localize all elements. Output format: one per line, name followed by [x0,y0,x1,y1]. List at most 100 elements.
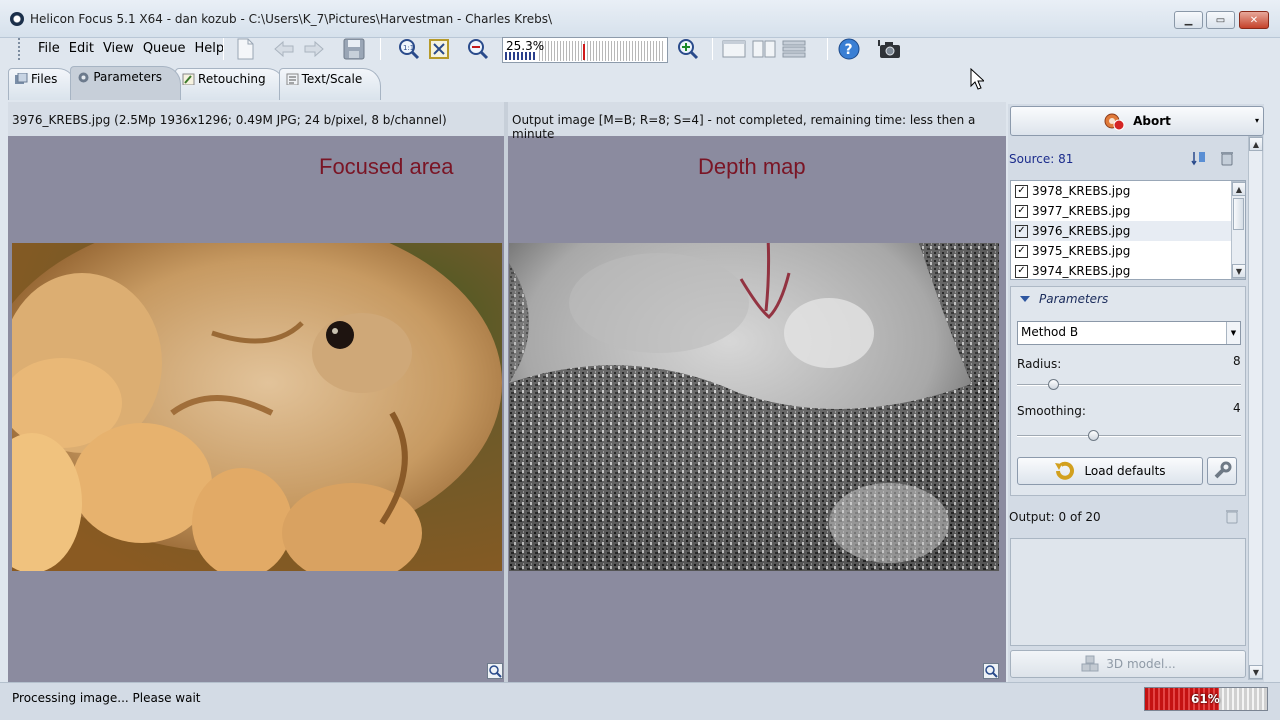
collapse-triangle-icon[interactable] [1020,296,1030,302]
list-item-selected[interactable]: ✓ 3976_KREBS.jpg [1011,221,1245,241]
method-select[interactable]: Method B ▼ [1017,321,1241,345]
status-text: Processing image... Please wait [12,691,201,705]
undo-arrow-icon [1055,461,1075,480]
menu-queue[interactable]: Queue [143,41,186,56]
tab-files-label: Files [31,72,58,86]
smoothing-slider-track[interactable] [1017,435,1241,437]
3d-model-label: 3D model... [1106,657,1176,671]
zoom-slider-marker[interactable] [583,44,585,60]
menu-file[interactable]: File [38,41,60,56]
menu-help[interactable]: Help [195,41,225,56]
tab-retouching-label: Retouching [198,72,266,86]
trash-icon[interactable] [1224,508,1240,524]
smoothing-value: 4 [1233,401,1241,415]
sort-icon[interactable] [1191,150,1207,166]
scroll-down-icon[interactable]: ▼ [1249,665,1263,679]
load-defaults-button[interactable]: Load defaults [1017,457,1203,485]
file-checkbox[interactable]: ✓ [1015,244,1028,258]
focused-area-annotation: Focused area [319,154,454,179]
settings-wrench-button[interactable] [1207,457,1237,485]
file-checkbox[interactable]: ✓ [1015,264,1028,278]
radius-slider-knob[interactable] [1048,379,1059,390]
panel-splitter[interactable] [504,102,508,682]
svg-text:1:1: 1:1 [403,44,414,52]
zoom-out-icon[interactable] [466,38,490,60]
tab-parameters[interactable]: Parameters [70,66,182,100]
tab-text-scale-label: Text/Scale [301,72,363,86]
method-value: Method B [1021,325,1079,339]
radius-label: Radius: [1017,357,1062,371]
back-arrow-icon[interactable] [272,38,296,60]
menu-edit[interactable]: Edit [69,41,94,56]
zoom-slider[interactable]: 25.3% [502,37,668,63]
files-icon [15,73,28,84]
source-file-list[interactable]: ✓ 3978_KREBS.jpg ✓ 3977_KREBS.jpg ✓ 3976_KR… [1010,180,1246,280]
camera-icon[interactable] [877,38,901,60]
source-image[interactable] [12,243,502,571]
toolbar-separator [223,38,224,60]
list-item[interactable]: ✓ 3974_KREBS.jpg [1011,261,1245,279]
radius-value: 8 [1233,354,1241,368]
file-checkbox[interactable]: ✓ [1015,184,1028,198]
chevron-down-icon[interactable]: ▾ [1255,116,1259,125]
list-item[interactable]: ✓ 3977_KREBS.jpg [1011,201,1245,221]
magnifier-icon[interactable] [983,663,999,679]
file-checkbox[interactable]: ✓ [1015,204,1028,218]
minimize-button[interactable]: ▁ [1174,11,1203,29]
parameters-header[interactable]: Parameters [1011,287,1245,311]
3d-model-button[interactable]: 3D model... [1010,650,1246,678]
file-list-scrollbar[interactable]: ▲ ▼ [1231,181,1245,279]
close-button[interactable]: ✕ [1239,11,1269,29]
fit-to-window-icon[interactable] [427,38,451,60]
tab-parameters-label: Parameters [93,70,163,84]
magnifier-icon[interactable] [487,663,503,679]
smoothing-slider-knob[interactable] [1088,430,1099,441]
single-view-icon[interactable] [722,38,746,60]
forward-arrow-icon[interactable] [302,38,326,60]
scroll-thumb[interactable] [1233,198,1244,230]
side-panel-scrollbar[interactable]: ▲ ▼ [1248,136,1263,680]
control-panel: Abort ▾ Source: 81 ✓ 3978_KREBS.jpg ✓ 3977… [1008,104,1264,682]
list-item[interactable]: ✓ 3975_KREBS.jpg [1011,241,1245,261]
output-list[interactable] [1010,538,1246,646]
list-item[interactable]: ✓ 3978_KREBS.jpg [1011,181,1245,201]
smoothing-label: Smoothing: [1017,404,1086,418]
scroll-down-icon[interactable]: ▼ [1232,264,1245,278]
mouse-cursor-icon [970,67,986,93]
scroll-up-icon[interactable]: ▲ [1232,182,1245,196]
file-checkbox[interactable]: ✓ [1015,224,1028,238]
abort-button[interactable]: Abort ▾ [1010,106,1264,136]
app-logo-icon [10,12,24,26]
output-count: Output: 0 of 20 [1009,510,1101,524]
depth-map-image[interactable] [509,243,999,571]
tab-files[interactable]: Files [8,68,77,100]
help-icon[interactable]: ? [837,38,861,60]
split-view-icon[interactable] [752,38,776,60]
toolbar-separator [827,38,828,60]
tab-bar: Files Parameters Retouching Text/Scale [8,66,382,100]
output-image-info: Output image [M=B; R=8; S=4] - not compl… [508,102,1006,141]
tab-retouching[interactable]: Retouching [175,68,285,100]
window-title: Helicon Focus 5.1 X64 - dan kozub - C:\U… [30,12,553,26]
abort-label: Abort [1133,114,1171,128]
cubes-icon [1081,655,1099,672]
tab-text-scale[interactable]: Text/Scale [278,68,382,100]
zoom-actual-size-icon[interactable]: 1:1 [397,38,421,60]
zoom-scale-ticks [539,41,665,61]
new-document-icon[interactable] [233,38,257,60]
progress-remaining [1219,688,1267,710]
zoom-in-icon[interactable] [676,38,700,60]
save-icon[interactable] [342,38,366,60]
depth-map-render [509,243,999,571]
menu-view[interactable]: View [103,41,134,56]
source-image-info: 3976_KREBS.jpg (2.5Mp 1936x1296; 0.49M J… [8,102,504,136]
maximize-button[interactable]: ▭ [1206,11,1235,29]
file-name: 3974_KREBS.jpg [1032,264,1131,278]
list-view-icon[interactable] [782,38,806,60]
trash-icon[interactable] [1219,150,1235,166]
status-bar: Processing image... Please wait 61% [0,682,1280,720]
file-name: 3975_KREBS.jpg [1032,244,1131,258]
chevron-down-icon[interactable]: ▼ [1226,322,1240,344]
scroll-up-icon[interactable]: ▲ [1249,137,1263,151]
parameters-title: Parameters [1039,292,1109,306]
